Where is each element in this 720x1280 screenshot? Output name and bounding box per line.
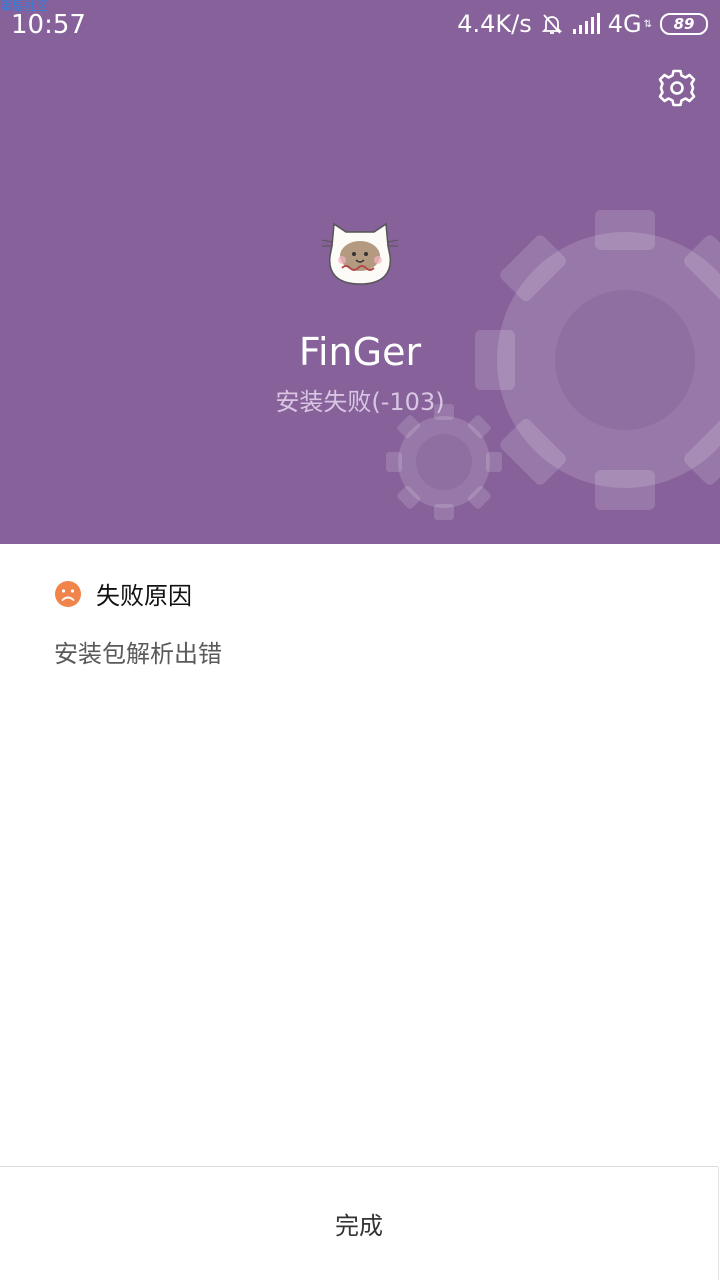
app-header: 添星社区 10:57 4.4K/s 4G ⇅ 89 FinGer 安装失败(-1… (0, 0, 720, 544)
status-bar: 10:57 4.4K/s 4G ⇅ 89 (0, 0, 720, 52)
done-button[interactable]: 完成 (0, 1167, 719, 1280)
app-name: FinGer (298, 330, 422, 374)
failure-reason-header: 失败原因 (54, 576, 192, 611)
status-indicators: 4.4K/s 4G ⇅ 89 (457, 10, 708, 38)
sad-face-icon (55, 580, 81, 607)
status-time: 10:57 (11, 10, 86, 40)
failure-reason-title: 失败原因 (96, 582, 192, 610)
app-icon (321, 222, 399, 285)
network-type: 4G (607, 10, 642, 38)
signal-icon (572, 13, 600, 34)
install-status: 安装失败(-103) (275, 388, 445, 416)
bell-muted-icon (541, 14, 562, 34)
network-speed: 4.4K/s (457, 10, 532, 38)
failure-reason-text: 安装包解析出错 (54, 640, 222, 668)
watermark-text: 添星社区 (0, 0, 49, 13)
settings-gear-icon[interactable] (655, 66, 699, 110)
data-arrows-icon: ⇅ (643, 18, 652, 30)
battery-icon: 89 (660, 13, 708, 35)
